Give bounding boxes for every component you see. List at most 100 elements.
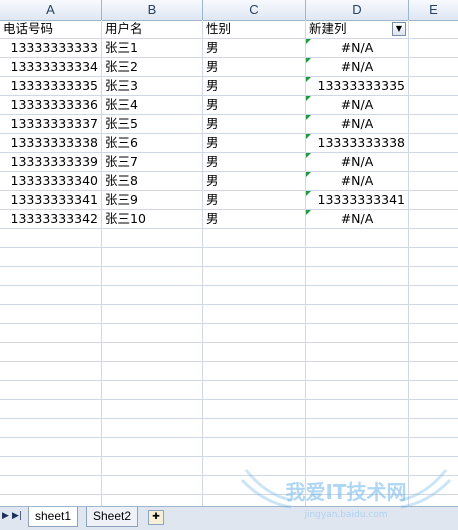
empty-cell[interactable] [409, 362, 458, 380]
empty-cell[interactable] [409, 381, 458, 399]
empty-cell[interactable] [0, 495, 102, 506]
empty-cell[interactable] [102, 229, 203, 247]
cell-d[interactable]: 13333333341 [306, 191, 409, 209]
empty-cell[interactable] [306, 381, 409, 399]
empty-cell[interactable] [409, 248, 458, 266]
last-sheet-icon[interactable]: ▶| [12, 511, 22, 521]
empty-cell[interactable] [0, 267, 102, 285]
empty-cell[interactable] [409, 286, 458, 304]
cell-e[interactable] [409, 134, 458, 152]
cell-a[interactable]: 13333333334 [0, 58, 102, 76]
cell-d1[interactable]: 新建列 ▼ [306, 20, 409, 38]
cell-b[interactable]: 张三2 [102, 58, 203, 76]
cell-a[interactable]: 13333333340 [0, 172, 102, 190]
cell-b[interactable]: 张三8 [102, 172, 203, 190]
empty-cell[interactable] [102, 305, 203, 323]
empty-cell[interactable] [203, 438, 306, 456]
empty-cell[interactable] [102, 343, 203, 361]
cell-d[interactable]: #N/A [306, 115, 409, 133]
cell-c[interactable]: 男 [203, 191, 306, 209]
empty-cell[interactable] [0, 457, 102, 475]
column-header-b[interactable]: B [102, 0, 203, 20]
empty-cell[interactable] [409, 267, 458, 285]
empty-cell[interactable] [0, 286, 102, 304]
empty-cell[interactable] [306, 305, 409, 323]
empty-cell[interactable] [306, 248, 409, 266]
cell-d[interactable]: #N/A [306, 96, 409, 114]
empty-cell[interactable] [0, 419, 102, 437]
cell-e[interactable] [409, 172, 458, 190]
cell-c[interactable]: 男 [203, 77, 306, 95]
empty-cell[interactable] [409, 324, 458, 342]
empty-cell[interactable] [102, 495, 203, 506]
cell-b[interactable]: 张三6 [102, 134, 203, 152]
cell-d[interactable]: #N/A [306, 153, 409, 171]
empty-cell[interactable] [102, 248, 203, 266]
empty-cell[interactable] [0, 324, 102, 342]
cell-e[interactable] [409, 115, 458, 133]
empty-cell[interactable] [203, 381, 306, 399]
empty-cell[interactable] [0, 438, 102, 456]
empty-cell[interactable] [102, 324, 203, 342]
empty-cell[interactable] [203, 305, 306, 323]
empty-cell[interactable] [203, 267, 306, 285]
empty-cell[interactable] [203, 362, 306, 380]
cell-b[interactable]: 张三5 [102, 115, 203, 133]
cell-c[interactable]: 男 [203, 39, 306, 57]
cell-d[interactable]: 13333333335 [306, 77, 409, 95]
empty-cell[interactable] [0, 400, 102, 418]
empty-cell[interactable] [409, 457, 458, 475]
empty-cell[interactable] [306, 229, 409, 247]
empty-cell[interactable] [306, 400, 409, 418]
empty-cell[interactable] [306, 419, 409, 437]
empty-cell[interactable] [203, 248, 306, 266]
cell-a[interactable]: 13333333339 [0, 153, 102, 171]
cell-a[interactable]: 13333333341 [0, 191, 102, 209]
empty-cell[interactable] [409, 476, 458, 494]
tab-sheet1[interactable]: sheet1 [28, 507, 79, 527]
cell-b[interactable]: 张三10 [102, 210, 203, 228]
empty-cell[interactable] [409, 229, 458, 247]
empty-cell[interactable] [203, 476, 306, 494]
filter-dropdown-button[interactable]: ▼ [392, 22, 406, 36]
cell-a[interactable]: 13333333337 [0, 115, 102, 133]
column-header-a[interactable]: A [0, 0, 102, 20]
cell-c[interactable]: 男 [203, 210, 306, 228]
cell-e[interactable] [409, 58, 458, 76]
empty-cell[interactable] [306, 495, 409, 506]
empty-cell[interactable] [102, 400, 203, 418]
cell-d[interactable]: #N/A [306, 210, 409, 228]
cell-d[interactable]: #N/A [306, 172, 409, 190]
empty-cell[interactable] [306, 457, 409, 475]
column-header-e[interactable]: E [409, 0, 458, 20]
empty-cell[interactable] [203, 343, 306, 361]
cell-d[interactable]: 13333333338 [306, 134, 409, 152]
empty-cell[interactable] [409, 438, 458, 456]
empty-cell[interactable] [306, 343, 409, 361]
column-header-d[interactable]: D [306, 0, 409, 20]
empty-cell[interactable] [203, 495, 306, 506]
empty-cell[interactable] [306, 267, 409, 285]
cell-c1[interactable]: 性别 [203, 20, 306, 38]
cell-c[interactable]: 男 [203, 96, 306, 114]
empty-cell[interactable] [102, 362, 203, 380]
empty-cell[interactable] [102, 457, 203, 475]
cell-e[interactable] [409, 96, 458, 114]
empty-cell[interactable] [409, 305, 458, 323]
cell-b[interactable]: 张三4 [102, 96, 203, 114]
cell-b[interactable]: 张三3 [102, 77, 203, 95]
empty-cell[interactable] [102, 286, 203, 304]
column-header-c[interactable]: C [203, 0, 306, 20]
cell-b1[interactable]: 用户名 [102, 20, 203, 38]
cell-b[interactable]: 张三1 [102, 39, 203, 57]
next-sheet-icon[interactable]: ▶ [2, 511, 9, 521]
empty-cell[interactable] [203, 457, 306, 475]
empty-cell[interactable] [306, 324, 409, 342]
empty-cell[interactable] [203, 324, 306, 342]
empty-cell[interactable] [102, 419, 203, 437]
empty-cell[interactable] [203, 419, 306, 437]
empty-cell[interactable] [0, 381, 102, 399]
cell-d[interactable]: #N/A [306, 58, 409, 76]
cell-a[interactable]: 13333333336 [0, 96, 102, 114]
cell-a[interactable]: 13333333342 [0, 210, 102, 228]
